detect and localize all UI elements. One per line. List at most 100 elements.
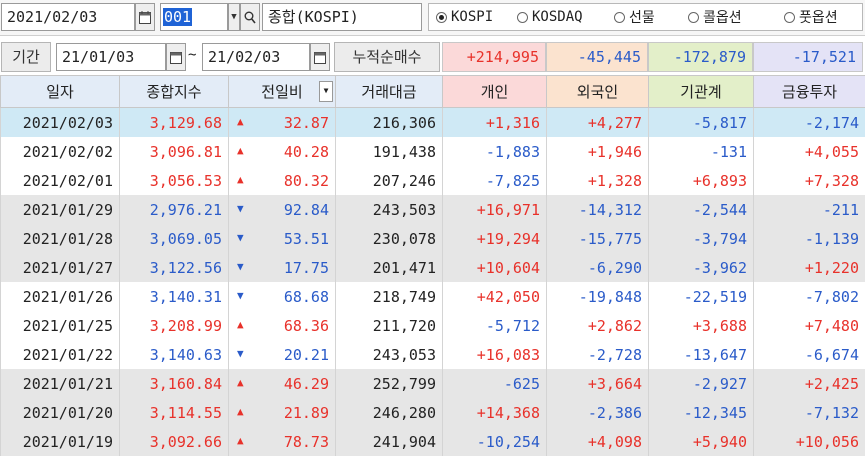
table-row[interactable]: 2021/01/21 3,160.84 ▲ 46.29 252,799 -625 +3,66… xyxy=(0,369,865,398)
cell-date: 2021/01/22 xyxy=(0,340,120,369)
cell-amount: 252,799 xyxy=(335,369,443,398)
cell-change: ▲ 78.73 xyxy=(228,427,336,456)
cell-individual: -625 xyxy=(442,369,547,398)
table-row[interactable]: 2021/01/29 2,976.21 ▼ 92.84 243,503 +16,971 -1… xyxy=(0,195,865,224)
cell-index: 3,122.56 xyxy=(119,253,229,282)
table-row[interactable]: 2021/01/22 3,140.63 ▼ 20.21 243,053 +16,083 -2… xyxy=(0,340,865,369)
cell-change: ▲ 80.32 xyxy=(228,166,336,195)
header-individual[interactable]: 개인 xyxy=(442,75,547,108)
radio-kospi[interactable]: KOSPI xyxy=(436,3,493,31)
date-input[interactable]: 2021/02/03 xyxy=(1,3,135,31)
cell-amount: 230,078 xyxy=(335,224,443,253)
cell-foreign: -6,290 xyxy=(546,253,649,282)
cell-date: 2021/01/20 xyxy=(0,398,120,427)
sum-individual: +214,995 xyxy=(442,42,546,72)
radio-dot-icon xyxy=(517,11,528,23)
cell-date: 2021/01/27 xyxy=(0,253,120,282)
table-row[interactable]: 2021/01/20 3,114.55 ▲ 21.89 246,280 +14,368 -2… xyxy=(0,398,865,427)
sort-dropdown-icon[interactable]: ▼ xyxy=(319,81,333,102)
table-row[interactable]: 2021/01/19 3,092.66 ▲ 78.73 241,904 -10,254 +4… xyxy=(0,427,865,456)
cell-foreign: -2,386 xyxy=(546,398,649,427)
cell-financial-investment: +10,056 xyxy=(753,427,865,456)
header-date[interactable]: 일자 xyxy=(0,75,120,108)
cell-index: 3,056.53 xyxy=(119,166,229,195)
cell-date: 2021/02/01 xyxy=(0,166,120,195)
header-index[interactable]: 종합지수 xyxy=(119,75,229,108)
radio-dot-icon xyxy=(784,11,795,23)
down-triangle-icon: ▼ xyxy=(237,289,244,302)
header-institution[interactable]: 기관계 xyxy=(648,75,754,108)
table-row[interactable]: 2021/01/26 3,140.31 ▼ 68.68 218,749 +42,050 -1… xyxy=(0,282,865,311)
period-separator: ~ xyxy=(188,47,197,63)
cell-individual: -7,825 xyxy=(442,166,547,195)
table-row[interactable]: 2021/02/03 3,129.68 ▲ 32.87 216,306 +1,316 +4,… xyxy=(0,107,865,137)
cell-foreign: +4,098 xyxy=(546,427,649,456)
cell-individual: +16,971 xyxy=(442,195,547,224)
radio-put-option[interactable]: 풋옵션 xyxy=(784,3,838,31)
cell-change: ▲ 46.29 xyxy=(228,369,336,398)
table-row[interactable]: 2021/01/27 3,122.56 ▼ 17.75 201,471 +10,604 -6… xyxy=(0,253,865,282)
up-triangle-icon: ▲ xyxy=(237,318,244,331)
sum-financial-investment: -17,521 xyxy=(753,42,863,72)
cell-institution: -22,519 xyxy=(648,282,754,311)
header-change[interactable]: 전일비 ▼ xyxy=(228,75,336,108)
cell-financial-investment: -7,802 xyxy=(753,282,865,311)
code-input[interactable]: 001 xyxy=(160,3,228,31)
radio-call-option[interactable]: 콜옵션 xyxy=(688,3,742,31)
cell-index: 3,140.63 xyxy=(119,340,229,369)
cell-financial-investment: -2,174 xyxy=(753,107,865,137)
cell-amount: 243,053 xyxy=(335,340,443,369)
cumulative-net-buy-label: 누적순매수 xyxy=(334,42,440,72)
cell-date: 2021/01/28 xyxy=(0,224,120,253)
header-amount[interactable]: 거래대금 xyxy=(335,75,443,108)
cell-foreign: +3,664 xyxy=(546,369,649,398)
code-value: 001 xyxy=(163,8,193,26)
header-foreign[interactable]: 외국인 xyxy=(546,75,649,108)
cell-amount: 216,306 xyxy=(335,107,443,137)
cell-amount: 241,904 xyxy=(335,427,443,456)
table-row[interactable]: 2021/02/01 3,056.53 ▲ 80.32 207,246 -7,825 +1,… xyxy=(0,166,865,195)
down-triangle-icon: ▼ xyxy=(237,260,244,273)
header-financial-investment[interactable]: 금융투자 xyxy=(753,75,865,108)
period-from-input[interactable]: 21/01/03 xyxy=(56,43,166,71)
cell-amount: 207,246 xyxy=(335,166,443,195)
cell-index: 3,160.84 xyxy=(119,369,229,398)
radio-futures[interactable]: 선물 xyxy=(614,3,655,31)
change-value: 40.28 xyxy=(283,142,329,161)
cell-change: ▲ 32.87 xyxy=(228,107,336,137)
table-row[interactable]: 2021/02/02 3,096.81 ▲ 40.28 191,438 -1,883 +1,… xyxy=(0,137,865,166)
period-to-input[interactable]: 21/02/03 xyxy=(202,43,310,71)
radio-kosdaq[interactable]: KOSDAQ xyxy=(517,3,583,31)
cell-change: ▼ 53.51 xyxy=(228,224,336,253)
cell-index: 3,069.05 xyxy=(119,224,229,253)
calendar-icon[interactable] xyxy=(166,43,186,71)
cell-institution: -3,794 xyxy=(648,224,754,253)
cell-individual: -1,883 xyxy=(442,137,547,166)
cell-change: ▲ 40.28 xyxy=(228,137,336,166)
cell-index: 3,114.55 xyxy=(119,398,229,427)
cell-individual: +14,368 xyxy=(442,398,547,427)
cell-financial-investment: +7,328 xyxy=(753,166,865,195)
calendar-icon[interactable] xyxy=(310,43,330,71)
cell-foreign: -15,775 xyxy=(546,224,649,253)
up-triangle-icon: ▲ xyxy=(237,434,244,447)
table-row[interactable]: 2021/01/28 3,069.05 ▼ 53.51 230,078 +19,294 -1… xyxy=(0,224,865,253)
change-value: 20.21 xyxy=(283,345,329,364)
cell-change: ▼ 17.75 xyxy=(228,253,336,282)
change-value: 80.32 xyxy=(283,171,329,190)
period-label: 기간 xyxy=(1,42,51,72)
change-value: 17.75 xyxy=(283,258,329,277)
table-row[interactable]: 2021/01/25 3,208.99 ▲ 68.36 211,720 -5,712 +2,… xyxy=(0,311,865,340)
code-dropdown-icon[interactable]: ▼ xyxy=(228,3,240,31)
search-icon[interactable] xyxy=(240,3,260,31)
period-bar: 기간 21/01/03 ~ 21/02/03 누적순매수 +214,995 -4… xyxy=(0,40,865,72)
change-value: 68.68 xyxy=(283,287,329,306)
cell-date: 2021/01/26 xyxy=(0,282,120,311)
cell-individual: +16,083 xyxy=(442,340,547,369)
calendar-icon[interactable] xyxy=(135,3,155,31)
cell-institution: -2,927 xyxy=(648,369,754,398)
cell-index: 3,096.81 xyxy=(119,137,229,166)
cell-individual: +19,294 xyxy=(442,224,547,253)
top-toolbar: 2021/02/03 001 ▼ 종합(KOSPI) KOSPI KOSDAQ … xyxy=(0,0,865,36)
cell-institution: -5,817 xyxy=(648,107,754,137)
